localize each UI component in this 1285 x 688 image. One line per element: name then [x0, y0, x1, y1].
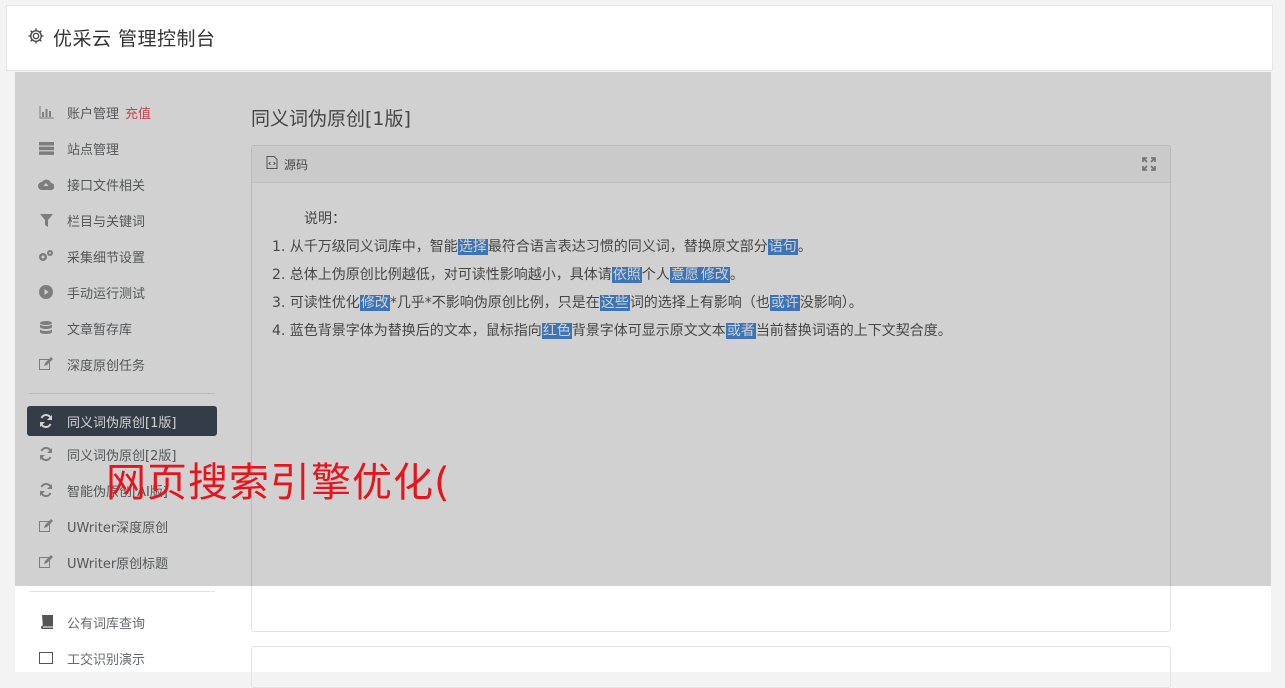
replaced-word[interactable]: 意愿 [669, 267, 700, 283]
replaced-word[interactable]: 修改 [699, 267, 730, 283]
sidebar-item-deep-task[interactable]: 深度原创任务 [27, 346, 217, 382]
sidebar-item-public-lexicon[interactable]: 公有词库查询 [27, 604, 217, 640]
cogs-icon [38, 248, 54, 264]
sidebar-item-label: 栏目与关键词 [67, 214, 146, 230]
replaced-word[interactable]: 依照 [611, 267, 642, 283]
plain-text: 3. 可读性优化 [272, 295, 360, 311]
panel-header: 源码 [252, 146, 1170, 183]
sidebar-item-label: 站点管理 [67, 142, 120, 158]
source-editor[interactable]: 说明： 1. 从千万级同义词库中，智能选择最符合语言表达习惯的同义词，替换原文部… [252, 183, 1170, 345]
sidebar-item-label: UWriter深度原创 [67, 520, 169, 536]
watermark-text: 网页搜索引擎优化( [106, 460, 451, 506]
replaced-word[interactable]: 选择 [457, 239, 488, 255]
brand: 优采云 管理控制台 [27, 24, 216, 51]
sidebar-item-label: 工交识别演示 [67, 652, 146, 668]
expand-icon[interactable] [1142, 157, 1156, 174]
plain-text: 4. 蓝色背景字体为替换后的文本，鼠标指向 [272, 323, 542, 339]
square-icon [38, 650, 54, 666]
sidebar-item-article-store[interactable]: 文章暂存库 [27, 310, 217, 346]
sidebar-item-label: 深度原创任务 [67, 358, 146, 374]
sidebar-item-label: 采集细节设置 [67, 250, 146, 266]
sidebar-item-label: 文章暂存库 [67, 322, 133, 338]
gear-icon [27, 27, 45, 49]
edit-icon [38, 518, 54, 534]
plain-text: 当前替换词语的上下文契合度。 [755, 323, 952, 339]
sidebar-item-sites[interactable]: 站点管理 [27, 130, 217, 166]
plain-text: *几乎*不影响伪原创比例，只是在 [389, 295, 600, 311]
second-panel [251, 646, 1171, 688]
edit-icon [38, 356, 54, 372]
sidebar-item-demo[interactable]: 工交识别演示 [27, 640, 217, 676]
refresh-icon [38, 446, 54, 462]
sidebar-item-label: 同义词伪原创[1版] [67, 415, 177, 431]
plain-text: 最符合语言表达习惯的同义词，替换原文部分 [487, 239, 768, 255]
refresh-icon [38, 482, 54, 498]
sidebar-item-synonym-v1[interactable]: 同义词伪原创[1版] [27, 406, 217, 436]
replaced-word[interactable]: 或许 [769, 295, 800, 311]
file-code-icon [266, 156, 278, 172]
filter-icon [38, 212, 54, 228]
sidebar-item-columns[interactable]: 栏目与关键词 [27, 202, 217, 238]
sidebar-item-collect-settings[interactable]: 采集细节设置 [27, 238, 217, 274]
plain-text: 背景字体可显示原文文本 [571, 323, 726, 339]
page-title: 同义词伪原创[1版] [251, 108, 411, 130]
plain-text: 2. 总体上伪原创比例越低，对可读性影响越小，具体请 [272, 267, 612, 283]
sidebar-item-interface[interactable]: 接口文件相关 [27, 166, 217, 202]
replaced-word[interactable]: 或者 [725, 323, 756, 339]
main-content: 同义词伪原创[1版] 源码 说明： 1. 从千万级同义词库中，智能选择最符合语言… [251, 94, 1171, 688]
instruction-line: 1. 从千万级同义词库中，智能选择最符合语言表达习惯的同义词，替换原文部分语句。 [272, 233, 1170, 261]
sidebar-item-label: 接口文件相关 [67, 178, 146, 194]
plain-text: 。 [797, 239, 812, 255]
sidebar-item-label: 手动运行测试 [67, 286, 146, 302]
replaced-word[interactable]: 红色 [541, 323, 572, 339]
sidebar-divider [29, 393, 215, 394]
sidebar: 账户管理 充值 站点管理 接口文件相关 栏目与关键词 采集细节设置 手动运行测试… [27, 94, 217, 676]
intro-label: 说明： [304, 211, 346, 227]
server-icon [38, 140, 54, 156]
instruction-line: 3. 可读性优化修改*几乎*不影响伪原创比例，只是在这些词的选择上有影响（也或许… [272, 289, 1170, 317]
plain-text: 没影响）。 [799, 295, 863, 311]
book-icon [38, 614, 54, 630]
sidebar-item-label: UWriter原创标题 [67, 556, 169, 572]
plain-text: 个人 [641, 267, 670, 283]
sidebar-item-uwriter-title[interactable]: UWriter原创标题 [27, 544, 217, 580]
database-icon [38, 320, 54, 336]
sidebar-item-label: 公有词库查询 [67, 616, 146, 632]
panel-title: 源码 [284, 157, 309, 172]
sidebar-divider [29, 591, 215, 592]
refresh-icon [38, 413, 54, 429]
plain-text: 。 [729, 267, 744, 283]
app-title: 优采云 管理控制台 [53, 28, 216, 50]
plain-text: 1. 从千万级同义词库中，智能 [272, 239, 458, 255]
edit-icon [38, 554, 54, 570]
recharge-link[interactable]: 充值 [125, 103, 151, 122]
top-bar: 优采云 管理控制台 [6, 5, 1273, 71]
sidebar-item-label: 账户管理 [67, 106, 120, 122]
content-shell: 账户管理 充值 站点管理 接口文件相关 栏目与关键词 采集细节设置 手动运行测试… [15, 72, 1271, 688]
sidebar-item-manual-run[interactable]: 手动运行测试 [27, 274, 217, 310]
sidebar-item-uwriter-deep[interactable]: UWriter深度原创 [27, 508, 217, 544]
replaced-word[interactable]: 修改 [359, 295, 390, 311]
replaced-word[interactable]: 这些 [599, 295, 630, 311]
cloud-upload-icon [38, 176, 54, 192]
plain-text: 词的选择上有影响（也 [629, 295, 770, 311]
replaced-word[interactable]: 语句 [767, 239, 798, 255]
play-circle-icon [38, 284, 54, 300]
instruction-line: 4. 蓝色背景字体为替换后的文本，鼠标指向红色背景字体可显示原文文本或者当前替换… [272, 317, 1170, 345]
bar-chart-icon [38, 104, 54, 120]
sidebar-item-account[interactable]: 账户管理 充值 [27, 94, 217, 130]
source-panel: 源码 说明： 1. 从千万级同义词库中，智能选择最符合语言表达习惯的同义词，替换… [251, 145, 1171, 632]
instruction-line: 2. 总体上伪原创比例越低，对可读性影响越小，具体请依照个人意愿 修改。 [272, 261, 1170, 289]
